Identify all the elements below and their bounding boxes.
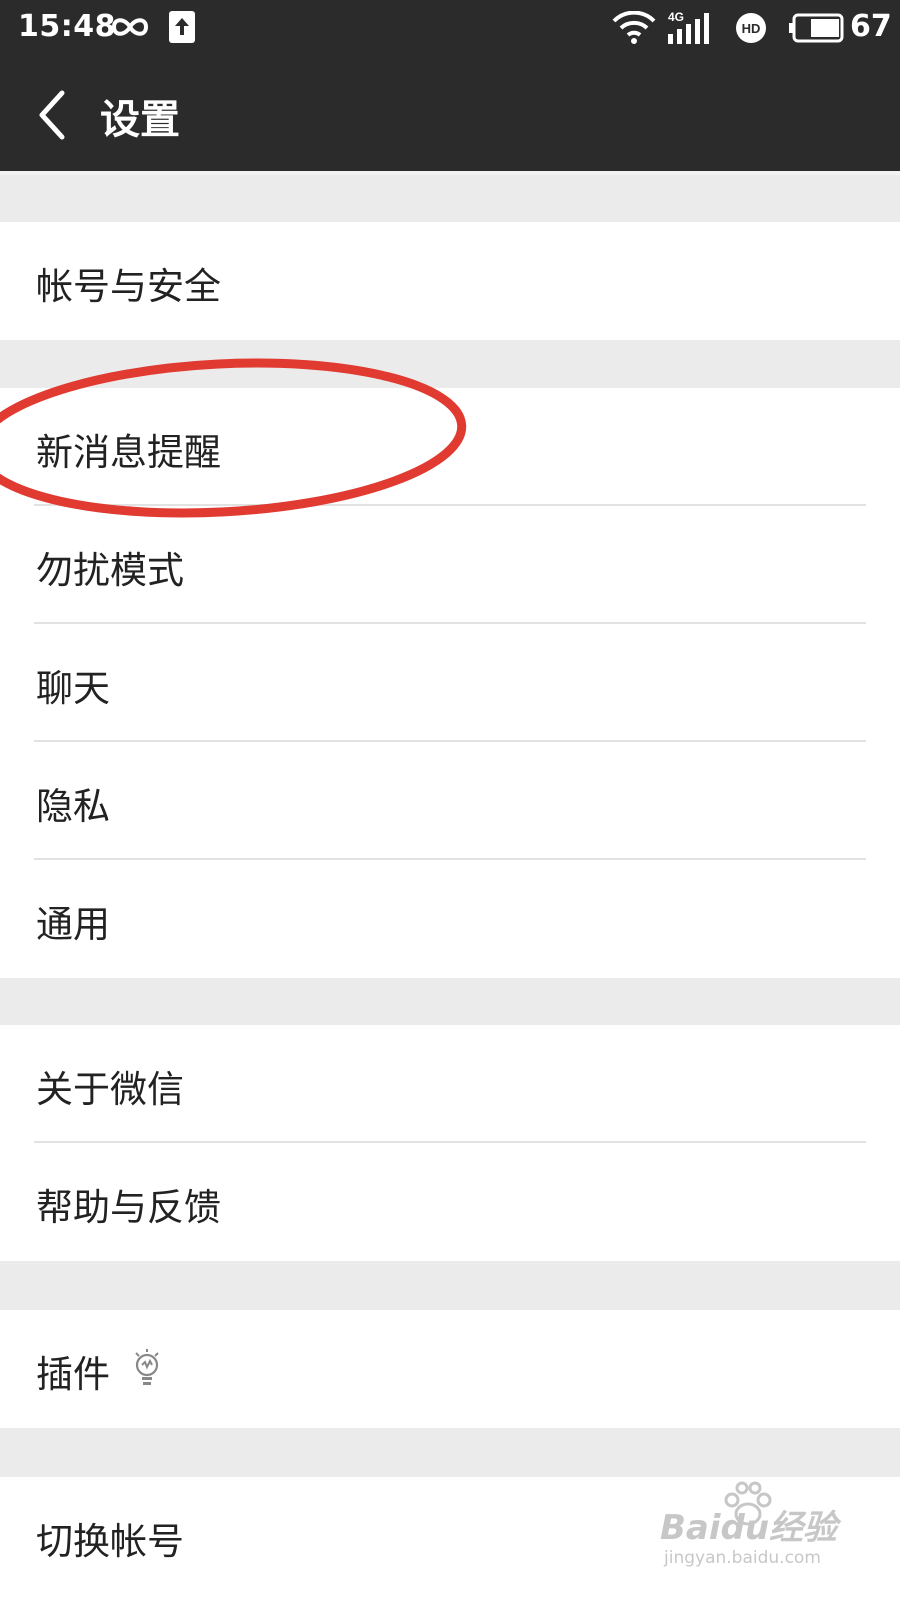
settings-item-chat[interactable]: 聊天 (0, 624, 900, 742)
settings-item-label: 隐私 (36, 785, 110, 828)
infinity-icon (111, 18, 149, 36)
settings-item-help-feedback[interactable]: 帮助与反馈 (0, 1143, 900, 1261)
network-type-label: 4G (668, 10, 684, 24)
chevron-left-icon[interactable] (28, 85, 78, 145)
upload-icon (169, 11, 195, 43)
settings-item-new-message-alerts[interactable]: 新消息提醒 (0, 388, 900, 506)
settings-item-about-wechat[interactable]: 关于微信 (0, 1025, 900, 1143)
settings-item-label: 插件 (36, 1353, 110, 1396)
settings-item-plugins[interactable]: 插件 (0, 1310, 900, 1428)
settings-group-about: 关于微信 帮助与反馈 (0, 1025, 900, 1261)
settings-item-label: 通用 (36, 903, 110, 946)
lightbulb-icon (135, 1349, 159, 1385)
settings-item-label: 帐号与安全 (36, 265, 221, 308)
page-title: 设置 (100, 97, 180, 143)
baidu-watermark: Baidu经验 jingyan.baidu.com (660, 1481, 850, 1580)
app-header: 设置 (0, 55, 900, 175)
settings-group-plugins: 插件 (0, 1310, 900, 1428)
settings-item-label: 关于微信 (36, 1068, 184, 1111)
battery-icon (789, 13, 844, 43)
wifi-icon (612, 11, 656, 44)
settings-item-label: 切换帐号 (36, 1520, 184, 1563)
settings-group-account: 帐号与安全 (0, 222, 900, 340)
watermark-url: jingyan.baidu.com (664, 1548, 821, 1568)
settings-item-label: 聊天 (36, 667, 110, 710)
hd-label: HD (742, 21, 761, 36)
watermark-brand: Baidu经验 (660, 1508, 838, 1548)
settings-item-account-security[interactable]: 帐号与安全 (0, 222, 900, 340)
status-bar: 15:48 4G HD 67 (0, 0, 900, 55)
battery-percent: 67 (850, 9, 892, 44)
settings-item-general[interactable]: 通用 (0, 860, 900, 978)
cellular-signal-icon: 4G (668, 10, 712, 50)
settings-item-label: 勿扰模式 (36, 549, 184, 592)
hd-voice-icon: HD (736, 13, 766, 43)
settings-item-label: 新消息提醒 (36, 431, 221, 474)
status-time: 15:48 (18, 9, 116, 44)
settings-item-label: 帮助与反馈 (36, 1186, 221, 1229)
settings-item-do-not-disturb[interactable]: 勿扰模式 (0, 506, 900, 624)
settings-item-privacy[interactable]: 隐私 (0, 742, 900, 860)
settings-group-preferences: 新消息提醒 勿扰模式 聊天 隐私 通用 (0, 388, 900, 978)
